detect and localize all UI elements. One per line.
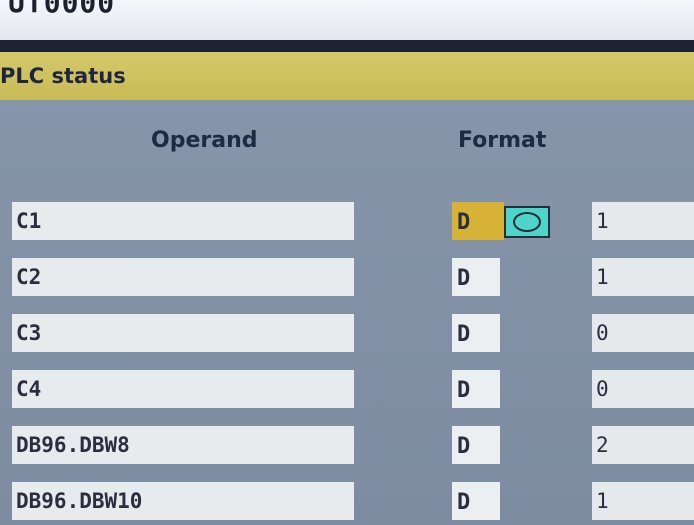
table-row: C1 D 1 [0,202,694,246]
format-field[interactable]: D [452,202,504,240]
toggle-icon[interactable] [504,206,550,238]
window-title-bar: PLC status [0,52,694,100]
operand-field[interactable]: C3 [12,314,354,352]
header-cut-text: UT0000 [8,0,116,19]
format-field[interactable]: D [452,314,500,352]
header-divider [0,40,694,52]
ring-icon [513,212,541,232]
column-header-format: Format [458,128,547,153]
format-field[interactable]: D [452,426,500,464]
column-header-operand: Operand [151,128,258,153]
window-title: PLC status [0,64,126,88]
value-field[interactable]: 0 [592,370,694,408]
operand-field[interactable]: C2 [12,258,354,296]
value-field[interactable]: 2 [592,426,694,464]
table-row: DB96.DBW8 D 2 [0,426,694,470]
format-field[interactable]: D [452,482,500,520]
value-field[interactable]: 0 [592,314,694,352]
value-field[interactable]: 1 [592,258,694,296]
operand-field[interactable]: DB96.DBW8 [12,426,354,464]
table-row: DB96.DBW10 D 1 [0,482,694,525]
plc-status-screen: UT0000 PLC status Operand Format C1 D 1 … [0,0,694,525]
table-row: C2 D 1 [0,258,694,302]
value-field[interactable]: 1 [592,482,694,520]
table-row: C4 D 0 [0,370,694,414]
top-header-strip: UT0000 [0,0,694,40]
format-field[interactable]: D [452,258,500,296]
table-row: C3 D 0 [0,314,694,358]
operand-field[interactable]: C1 [12,202,354,240]
format-field[interactable]: D [452,370,500,408]
value-field[interactable]: 1 [592,202,694,240]
operand-field[interactable]: C4 [12,370,354,408]
operand-field[interactable]: DB96.DBW10 [12,482,354,520]
